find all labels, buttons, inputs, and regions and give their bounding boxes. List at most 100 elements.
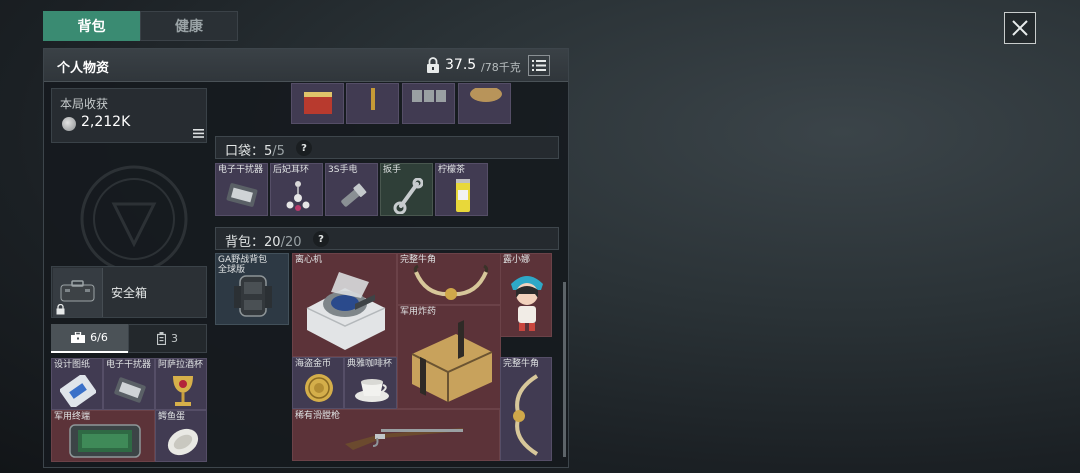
top-item-3[interactable] xyxy=(402,83,455,124)
weight-current: 37.5 xyxy=(445,57,477,73)
horn-icon xyxy=(413,264,489,300)
item-label: 后妃耳环 xyxy=(273,165,310,175)
safe-case-icon xyxy=(60,280,95,302)
lemon-tea-icon xyxy=(456,179,470,212)
horn-icon xyxy=(513,374,539,456)
safe-box-image xyxy=(53,268,103,317)
toolbox-icon xyxy=(71,332,86,343)
toolbox-count: 6/6 xyxy=(90,331,108,344)
pocket-item-jammer[interactable]: 电子干扰器 xyxy=(215,163,268,216)
item-label: 扳手 xyxy=(383,165,402,175)
battery-pack-icon xyxy=(412,90,446,102)
item-label: 离心机 xyxy=(295,255,323,265)
centrifuge-icon xyxy=(306,272,386,350)
item-label: 鳄鱼蛋 xyxy=(158,412,186,422)
item-label: 军用炸药 xyxy=(400,307,437,317)
inventory-scrollbar[interactable] xyxy=(563,282,566,457)
safe-item-military-terminal[interactable]: 军用终端 xyxy=(51,410,155,462)
bread-icon xyxy=(470,88,502,102)
weight-lock-icon xyxy=(427,57,439,73)
round-loot-label: 本局收获 xyxy=(60,97,109,111)
close-button[interactable] xyxy=(1004,12,1036,44)
canister-icon xyxy=(157,332,166,345)
item-label: 海盗金币 xyxy=(295,359,332,369)
pocket-section-header: 口袋：5/5 ? xyxy=(215,136,559,159)
pocket-title: 口袋：5/5 xyxy=(225,144,285,159)
flashlight-icon xyxy=(341,183,367,207)
canister-count: 3 xyxy=(171,332,178,345)
gold-chain-icon xyxy=(371,88,375,110)
safe-item-blueprint[interactable]: 设计图纸 xyxy=(51,358,103,410)
red-box-icon xyxy=(304,92,332,114)
personal-supplies-panel: 个人物资 37.5 /78千克 本局收获 2,212K 安全箱 6/6 3 设计… xyxy=(43,48,569,468)
backpack-item-horn-2[interactable]: 完整牛角 xyxy=(500,357,552,461)
tab-backpack[interactable]: 背包 xyxy=(43,11,140,41)
list-icon xyxy=(193,129,204,138)
item-label: 露小娜 xyxy=(503,255,531,265)
pocket-item-lemon-tea[interactable]: 柠檬茶 xyxy=(435,163,488,216)
goblet-icon xyxy=(173,376,193,406)
pocket-item-earring[interactable]: 后妃耳环 xyxy=(270,163,323,216)
crocodile-egg-icon xyxy=(167,428,199,456)
item-label: 柠檬茶 xyxy=(438,165,466,175)
backpack-item-pirate-coin[interactable]: 海盗金币 xyxy=(292,357,344,409)
close-icon xyxy=(1012,20,1028,36)
coin-icon xyxy=(62,117,76,131)
round-loot-box[interactable]: 本局收获 2,212K xyxy=(51,88,207,143)
backpack-capacity: /20 xyxy=(280,235,302,250)
jammer-icon xyxy=(114,377,146,403)
top-item-1[interactable] xyxy=(291,83,344,124)
jammer-icon xyxy=(226,183,258,207)
backpack-title: 背包：20/20 xyxy=(225,235,302,250)
safe-item-goblet[interactable]: 阿萨拉酒杯 xyxy=(155,358,207,410)
backpack-icon xyxy=(234,275,272,317)
top-item-2[interactable] xyxy=(346,83,399,124)
tab-canister[interactable]: 3 xyxy=(128,324,207,353)
safe-item-jammer[interactable]: 电子干扰器 xyxy=(103,358,155,410)
round-loot-value: 2,212K xyxy=(81,114,131,130)
list-icon xyxy=(532,60,546,71)
pocket-capacity: /5 xyxy=(272,144,285,159)
blueprint-icon xyxy=(60,375,96,407)
panel-title: 个人物资 xyxy=(57,61,110,76)
backpack-help-button[interactable]: ? xyxy=(313,231,329,247)
top-item-4[interactable] xyxy=(458,83,511,124)
musket-icon xyxy=(345,428,463,450)
terminal-icon xyxy=(69,424,141,458)
backpack-section-header: 背包：20/20 ? xyxy=(215,227,559,250)
weight-max: /78千克 xyxy=(481,61,521,74)
backpack-item-coffee-cup[interactable]: 典雅咖啡杯 xyxy=(344,357,397,409)
tab-health[interactable]: 健康 xyxy=(140,11,238,41)
safe-box-tabs: 6/6 3 xyxy=(51,324,207,353)
faction-emblem-icon xyxy=(80,165,188,273)
item-label: 完整牛角 xyxy=(503,359,540,369)
sort-list-button[interactable] xyxy=(528,55,550,76)
item-label: 阿萨拉酒杯 xyxy=(158,360,204,370)
pocket-item-wrench[interactable]: 扳手 xyxy=(380,163,433,216)
pocket-item-flashlight[interactable]: 3S手电 xyxy=(325,163,378,216)
safe-item-crocodile-egg[interactable]: 鳄鱼蛋 xyxy=(155,410,207,462)
coffee-cup-icon xyxy=(355,379,389,402)
safe-box-label: 安全箱 xyxy=(111,286,148,300)
item-label: 设计图纸 xyxy=(54,360,91,370)
explosive-crate-icon xyxy=(411,320,493,402)
safe-box-slot[interactable]: 安全箱 xyxy=(51,266,207,318)
item-label: 3S手电 xyxy=(328,165,358,175)
backpack-used: 20 xyxy=(264,235,281,250)
backpack-item-horn[interactable]: 完整牛角 xyxy=(397,253,501,305)
earring-icon xyxy=(286,181,310,211)
item-label: 电子干扰器 xyxy=(218,165,264,175)
item-label: 稀有滑膛枪 xyxy=(295,411,341,421)
tab-toolbox[interactable]: 6/6 xyxy=(51,324,128,353)
doll-icon xyxy=(511,276,543,331)
gold-coin-icon xyxy=(305,374,333,402)
backpack-item-rare-musket[interactable]: 稀有滑膛枪 xyxy=(292,409,500,461)
backpack-equipped-slot[interactable]: GA野战背包 全球版 xyxy=(215,253,289,325)
item-label: 典雅咖啡杯 xyxy=(347,359,393,369)
backpack-item-lu-xiaona[interactable]: 露小娜 xyxy=(500,253,552,337)
item-label: 电子干扰器 xyxy=(106,360,152,370)
lock-icon xyxy=(56,304,65,315)
backpack-item-centrifuge[interactable]: 离心机 xyxy=(292,253,397,357)
pocket-help-button[interactable]: ? xyxy=(296,140,312,156)
backpack-item-military-explosive[interactable]: 军用炸药 xyxy=(397,305,501,409)
